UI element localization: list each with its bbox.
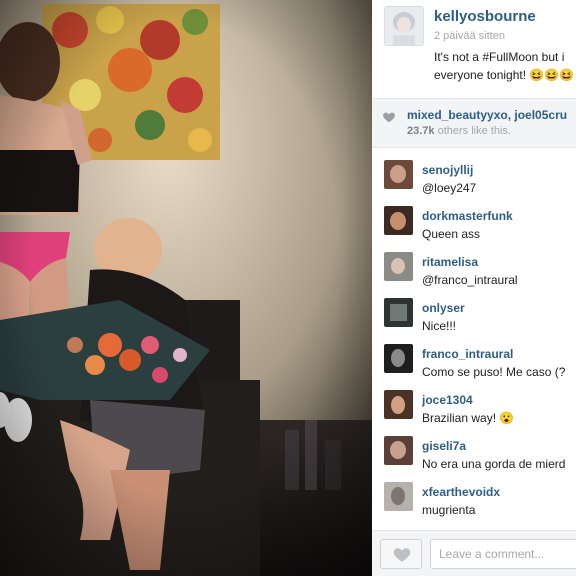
author-username[interactable]: kellyosbourne (434, 8, 536, 25)
likes-suffix: others like this. (434, 125, 511, 137)
commenter-avatar[interactable] (384, 160, 413, 189)
comment-text: @franco_intraural (422, 273, 518, 287)
comment-username[interactable]: ritamelisa (422, 255, 478, 269)
comment-text: No era una gorda de mierd (422, 457, 566, 471)
caption-line-1: It's not a #FullMoon but i (434, 50, 565, 64)
author-avatar-image (385, 7, 423, 45)
comment-text: @loey247 (422, 181, 477, 195)
caption-line-2: everyone tonight! 😆😆😆 (434, 68, 575, 82)
comment-text: Nice!!! (422, 319, 457, 333)
comment-item: franco_intraural Como se puso! Me caso (… (372, 334, 576, 379)
commenter-avatar[interactable] (384, 206, 413, 235)
post-sidebar: kellyosbourne 2 päivää sitten It's not a… (372, 0, 576, 576)
comment-username[interactable]: joce1304 (422, 393, 473, 407)
comment-list: senojyllij @loey247 dorkmasterfunk Queen… (372, 150, 576, 530)
comment-username[interactable]: xfearthevoidx (422, 485, 500, 499)
likers-list[interactable]: mixed_beautyyxo, joel05cru (407, 108, 567, 122)
comment-item: giseli7a No era una gorda de mierd (372, 426, 576, 471)
post-timestamp: 2 päivää sitten (434, 30, 505, 42)
heart-icon (393, 548, 411, 562)
commenter-avatar[interactable] (384, 436, 413, 465)
likes-summary: mixed_beautyyxo, joel05cru 23.7k others … (372, 98, 576, 148)
likes-count: 23.7k (407, 125, 435, 137)
commenter-avatar[interactable] (384, 390, 413, 419)
author-avatar[interactable] (384, 6, 424, 46)
like-button[interactable] (380, 539, 422, 569)
comment-item: ritamelisa @franco_intraural (372, 242, 576, 287)
comment-username[interactable]: giseli7a (422, 439, 466, 453)
comment-item: onlyser Nice!!! (372, 288, 576, 333)
heart-icon (383, 112, 395, 123)
commenter-avatar[interactable] (384, 482, 413, 511)
comment-item: senojyllij @loey247 (372, 150, 576, 195)
comment-username[interactable]: dorkmasterfunk (422, 209, 513, 223)
comment-item: dorkmasterfunk Queen ass (372, 196, 576, 241)
post-header: kellyosbourne 2 päivää sitten It's not a… (372, 0, 576, 96)
comment-text: mugrienta (422, 503, 476, 517)
comment-item: joce1304 Brazilian way! 😮 (372, 380, 576, 425)
comment-text: Como se puso! Me caso (? (422, 365, 566, 379)
comment-username[interactable]: onlyser (422, 301, 465, 315)
post-photo[interactable] (0, 0, 372, 576)
commenter-avatar[interactable] (384, 252, 413, 281)
comment-text: Brazilian way! 😮 (422, 411, 515, 425)
comment-text: Queen ass (422, 227, 481, 241)
comment-item: xfearthevoidx mugrienta (372, 472, 576, 517)
commenter-avatar[interactable] (384, 298, 413, 327)
comment-input[interactable] (430, 539, 576, 569)
commenter-avatar[interactable] (384, 344, 413, 373)
comment-composer (372, 530, 576, 576)
photo-artwork (0, 0, 372, 576)
comment-username[interactable]: senojyllij (422, 163, 473, 177)
comment-username[interactable]: franco_intraural (422, 347, 513, 361)
post-caption: It's not a #FullMoon but i everyone toni… (434, 48, 576, 84)
likes-count-line[interactable]: 23.7k others like this. (407, 125, 511, 137)
